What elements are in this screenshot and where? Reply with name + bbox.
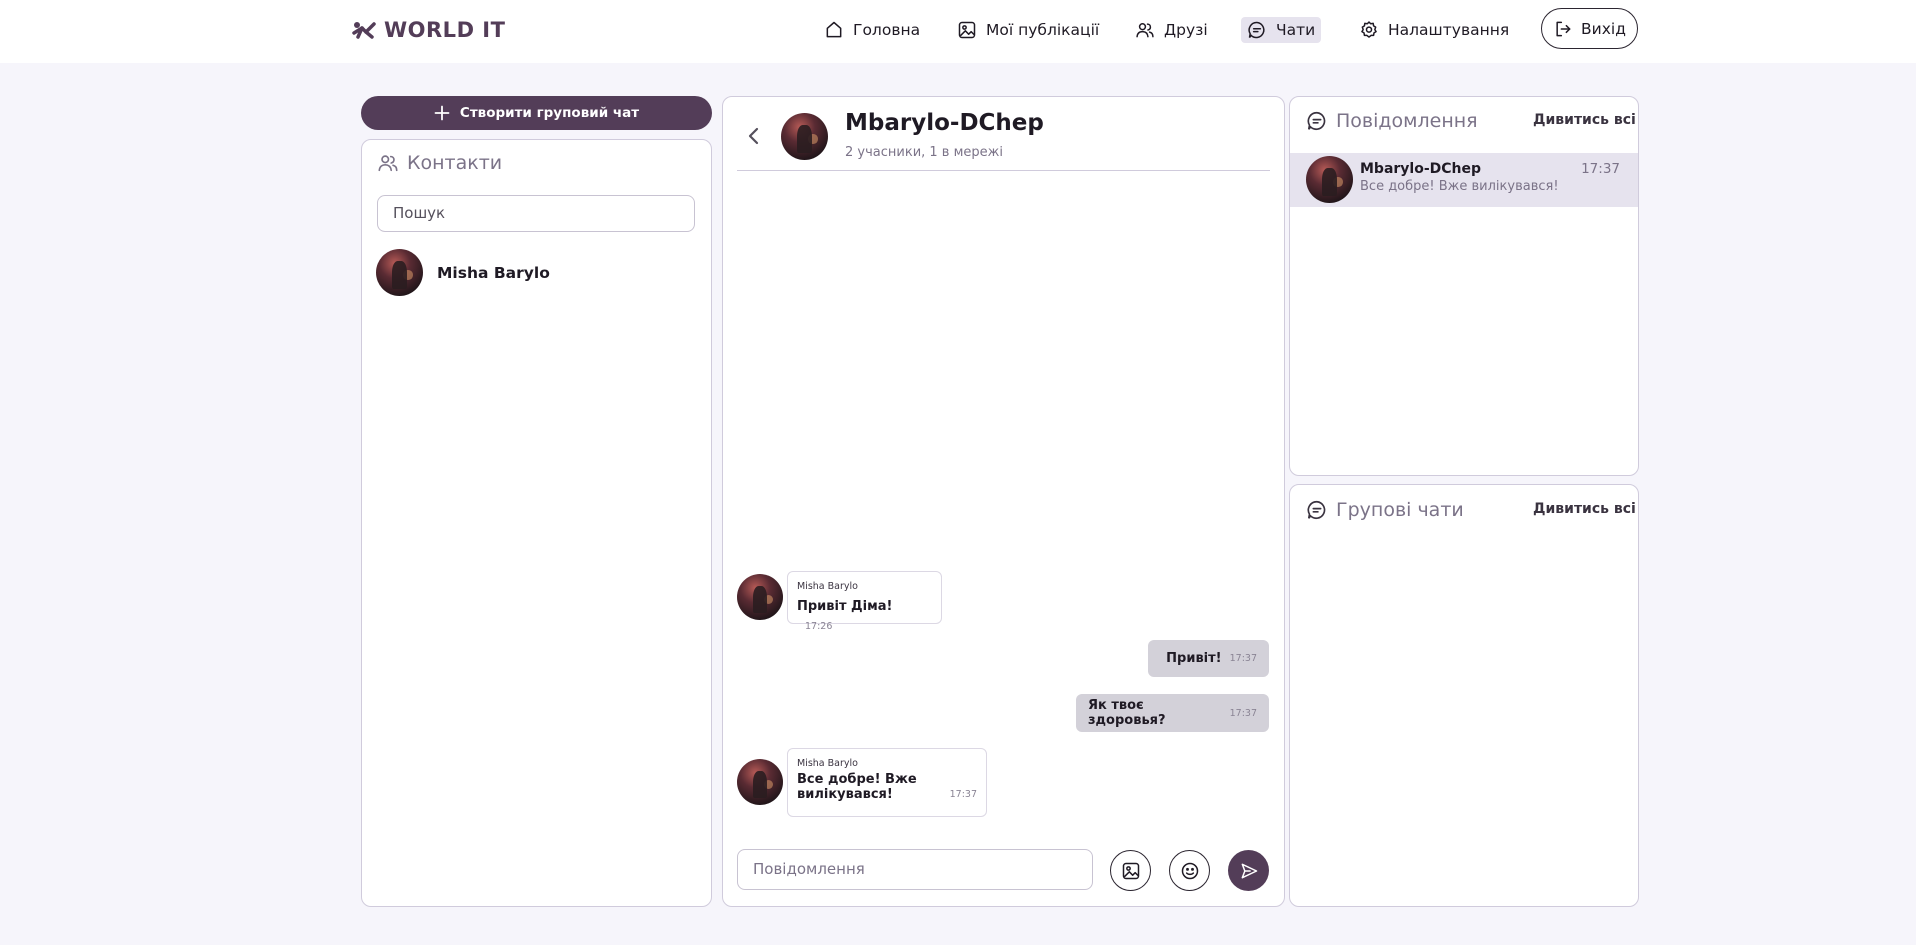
message-input[interactable]: Повідомлення <box>737 849 1093 890</box>
plus-icon <box>434 105 450 121</box>
top-header: WORLD IT Головна Мої публікації Друзі Ча… <box>0 0 1916 63</box>
nav-friends-label: Друзі <box>1164 21 1208 39</box>
message-time: 17:37 <box>1229 653 1257 664</box>
nav-publications[interactable]: Мої публікації <box>951 17 1105 43</box>
message-incoming: Misha Barylo Привіт Діма! 17:26 <box>787 571 942 632</box>
home-icon <box>826 21 842 38</box>
users-icon <box>1136 23 1154 38</box>
conversation-item[interactable]: Mbarylo-DChep 17:37 Все добре! Вже вилік… <box>1290 153 1638 207</box>
contacts-search-input[interactable]: Пошук <box>377 195 695 232</box>
group-chats-title: Групові чати <box>1306 499 1464 521</box>
nav-publications-label: Мої публікації <box>986 21 1100 39</box>
contacts-title-label: Контакти <box>407 152 503 174</box>
nav-settings-label: Налаштування <box>1388 21 1510 39</box>
nav-chats[interactable]: Чати <box>1241 17 1322 43</box>
chat-avatar <box>781 113 828 160</box>
nav-friends[interactable]: Друзі <box>1129 17 1214 43</box>
send-button[interactable] <box>1228 850 1269 891</box>
chat-icon <box>1307 500 1326 520</box>
message-incoming: Misha Barylo Все добре! Вже вилікувався!… <box>787 748 987 817</box>
gear-icon <box>1361 21 1377 38</box>
avatar <box>1306 156 1353 203</box>
chat-subtitle: 2 учасники, 1 в мережі <box>845 145 1003 160</box>
message-avatar <box>737 574 783 620</box>
emoji-button[interactable] <box>1169 850 1210 891</box>
message-sender: Misha Barylo <box>797 758 858 769</box>
message-text-line2: вилікувався! <box>797 787 893 802</box>
message-text-line1: Все добре! Вже <box>797 772 917 787</box>
image-icon <box>1122 862 1139 879</box>
message-time: 17:37 <box>1229 707 1257 719</box>
nav-home-label: Головна <box>853 21 921 39</box>
message-text: Привіт Діма! <box>797 599 893 614</box>
conversation-time: 17:37 <box>1581 161 1620 177</box>
create-group-chat-button[interactable]: Створити груповий чат <box>361 96 712 130</box>
message-time: 17:26 <box>805 621 833 632</box>
group-chats-panel <box>1289 484 1639 907</box>
group-chats-title-label: Групові чати <box>1336 499 1464 521</box>
message-time: 17:37 <box>949 789 977 800</box>
users-icon <box>378 155 398 172</box>
chat-header-divider <box>737 170 1270 171</box>
avatar <box>376 249 423 296</box>
logout-icon <box>1556 21 1571 36</box>
group-chats-see-all-link[interactable]: Дивитись всі <box>1533 501 1636 517</box>
nav-chats-label: Чати <box>1276 21 1316 39</box>
logo-text: WORLD IT <box>384 18 506 42</box>
attach-image-button[interactable] <box>1110 850 1151 891</box>
contact-item[interactable]: Misha Barylo <box>376 249 696 297</box>
message-outgoing: Привіт! 17:37 <box>1148 640 1269 677</box>
message-avatar <box>737 759 783 805</box>
message-sender: Misha Barylo <box>797 581 858 592</box>
conversation-preview: Все добре! Вже вилікувався! <box>1360 179 1559 194</box>
messages-panel-title-label: Повідомлення <box>1336 110 1478 132</box>
nav-settings[interactable]: Налаштування <box>1353 17 1515 43</box>
messages-panel-title: Повідомлення <box>1306 110 1478 132</box>
smile-icon <box>1181 862 1198 879</box>
contacts-title: Контакти <box>377 152 502 174</box>
nav-home[interactable]: Головна <box>818 17 926 43</box>
contact-name: Misha Barylo <box>437 264 550 282</box>
logout-button[interactable]: Вихід <box>1541 8 1638 49</box>
logo[interactable]: WORLD IT <box>352 16 505 44</box>
messages-see-all-link[interactable]: Дивитись всі <box>1533 112 1636 128</box>
back-arrow-icon[interactable] <box>744 125 762 147</box>
chat-icon <box>1248 21 1265 39</box>
chat-title: Mbarylo-DChep <box>845 110 1044 136</box>
message-text: Як твоє здоровья? <box>1088 698 1166 728</box>
message-outgoing: Як твоє здоровья? 17:37 <box>1076 694 1269 732</box>
create-group-chat-label: Створити груповий чат <box>459 105 640 121</box>
send-icon <box>1241 863 1257 878</box>
logo-mark-icon <box>352 22 376 39</box>
logout-label: Вихід <box>1581 19 1626 38</box>
image-icon <box>958 21 976 39</box>
message-text: Привіт! <box>1166 651 1222 666</box>
chat-icon <box>1307 111 1326 131</box>
conversation-name: Mbarylo-DChep <box>1360 161 1482 177</box>
